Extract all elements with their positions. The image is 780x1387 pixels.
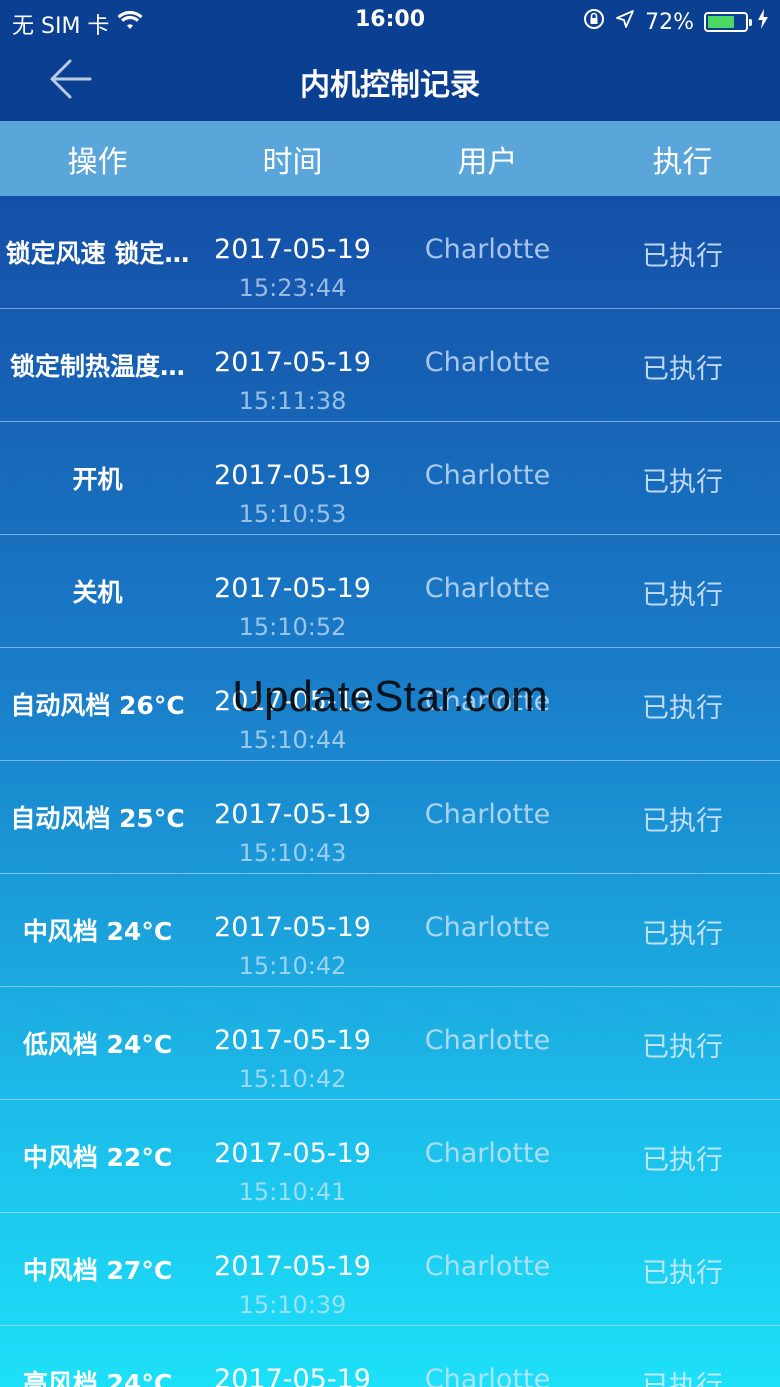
status-cell: 已执行 [642, 1145, 723, 1176]
nav-bar: 内机控制记录 [0, 40, 780, 121]
date-cell: 2017-05-19 [214, 912, 371, 943]
date-cell: 2017-05-19 [214, 1025, 371, 1056]
charging-icon [758, 9, 768, 35]
status-cell: 已执行 [642, 693, 723, 724]
status-bar: 无 SIM 卡 16:00 72% [0, 0, 780, 40]
user-cell: Charlotte [424, 1251, 551, 1282]
user-cell: Charlotte [424, 1364, 551, 1387]
record-list[interactable]: 锁定风速 锁定… 2017-05-19 15:23:44 Charlotte 已… [0, 196, 780, 1387]
user-cell: Charlotte [424, 686, 551, 717]
table-row[interactable]: 中风档 27°C 2017-05-19 15:10:39 Charlotte 已… [0, 1213, 780, 1326]
date-cell: 2017-05-19 [214, 573, 371, 604]
page-title: 内机控制记录 [300, 68, 480, 103]
battery-icon [704, 12, 752, 32]
date-cell: 2017-05-19 [214, 234, 371, 265]
status-cell: 已执行 [642, 1032, 723, 1063]
table-row[interactable]: 中风档 22°C 2017-05-19 15:10:41 Charlotte 已… [0, 1100, 780, 1213]
date-cell: 2017-05-19 [214, 460, 371, 491]
header-execute: 执行 [652, 144, 713, 180]
date-cell: 2017-05-19 [214, 347, 371, 378]
time-cell: 15:23:44 [238, 274, 347, 302]
status-cell: 已执行 [642, 467, 723, 498]
table-row[interactable]: 自动风档 25°C 2017-05-19 15:10:43 Charlotte … [0, 761, 780, 874]
operation-cell: 中风档 27°C [22, 1256, 173, 1285]
status-cell: 已执行 [642, 919, 723, 950]
date-cell: 2017-05-19 [214, 1364, 371, 1387]
operation-cell: 中风档 22°C [22, 1143, 173, 1172]
time-cell: 15:10:41 [238, 1178, 347, 1206]
time-cell: 15:10:44 [238, 726, 347, 754]
date-cell: 2017-05-19 [214, 1251, 371, 1282]
time-cell: 15:10:43 [238, 839, 347, 867]
user-cell: Charlotte [424, 573, 551, 604]
operation-cell: 高风档 24°C [22, 1369, 173, 1387]
table-row[interactable]: 开机 2017-05-19 15:10:53 Charlotte 已执行 [0, 422, 780, 535]
table-row[interactable]: 中风档 24°C 2017-05-19 15:10:42 Charlotte 已… [0, 874, 780, 987]
operation-cell: 关机 [72, 578, 123, 607]
status-cell: 已执行 [642, 241, 723, 272]
time-cell: 15:11:38 [238, 387, 347, 415]
operation-cell: 开机 [72, 465, 123, 494]
user-cell: Charlotte [424, 460, 551, 491]
battery-percent: 72% [645, 9, 694, 35]
time-cell: 15:10:42 [238, 952, 347, 980]
status-right: 72% [583, 8, 768, 36]
table-header: 操作 时间 用户 执行 [0, 121, 780, 196]
status-cell: 已执行 [642, 580, 723, 611]
table-row[interactable]: 锁定制热温度… 2017-05-19 15:11:38 Charlotte 已执… [0, 309, 780, 422]
time-cell: 15:10:39 [238, 1291, 347, 1319]
status-cell: 已执行 [642, 1371, 723, 1387]
time-cell: 15:10:42 [238, 1065, 347, 1093]
user-cell: Charlotte [424, 1138, 551, 1169]
status-cell: 已执行 [642, 1258, 723, 1289]
operation-cell: 自动风档 26°C [10, 691, 185, 720]
table-row[interactable]: 锁定风速 锁定… 2017-05-19 15:23:44 Charlotte 已… [0, 196, 780, 309]
rotation-lock-icon [583, 8, 605, 36]
operation-cell: 锁定风速 锁定… [5, 239, 190, 268]
user-cell: Charlotte [424, 347, 551, 378]
operation-cell: 自动风档 25°C [10, 804, 185, 833]
user-cell: Charlotte [424, 1025, 551, 1056]
user-cell: Charlotte [424, 234, 551, 265]
operation-cell: 低风档 24°C [22, 1030, 173, 1059]
date-cell: 2017-05-19 [214, 799, 371, 830]
time-cell: 15:10:52 [238, 613, 347, 641]
header-operation: 操作 [67, 144, 128, 180]
header-user: 用户 [457, 144, 518, 180]
date-cell: 2017-05-19 [214, 1138, 371, 1169]
operation-cell: 中风档 24°C [22, 917, 173, 946]
date-cell: 2017-05-19 [214, 686, 371, 717]
time-cell: 15:10:53 [238, 500, 347, 528]
header-time: 时间 [262, 144, 323, 180]
user-cell: Charlotte [424, 912, 551, 943]
table-row[interactable]: 高风档 24°C 2017-05-19 Charlotte 已执行 [0, 1326, 780, 1387]
user-cell: Charlotte [424, 799, 551, 830]
table-row[interactable]: 自动风档 26°C 2017-05-19 15:10:44 Charlotte … [0, 648, 780, 761]
location-icon [615, 9, 635, 35]
status-cell: 已执行 [642, 806, 723, 837]
operation-cell: 锁定制热温度… [9, 352, 185, 381]
table-row[interactable]: 关机 2017-05-19 15:10:52 Charlotte 已执行 [0, 535, 780, 648]
status-cell: 已执行 [642, 354, 723, 385]
table-row[interactable]: 低风档 24°C 2017-05-19 15:10:42 Charlotte 已… [0, 987, 780, 1100]
